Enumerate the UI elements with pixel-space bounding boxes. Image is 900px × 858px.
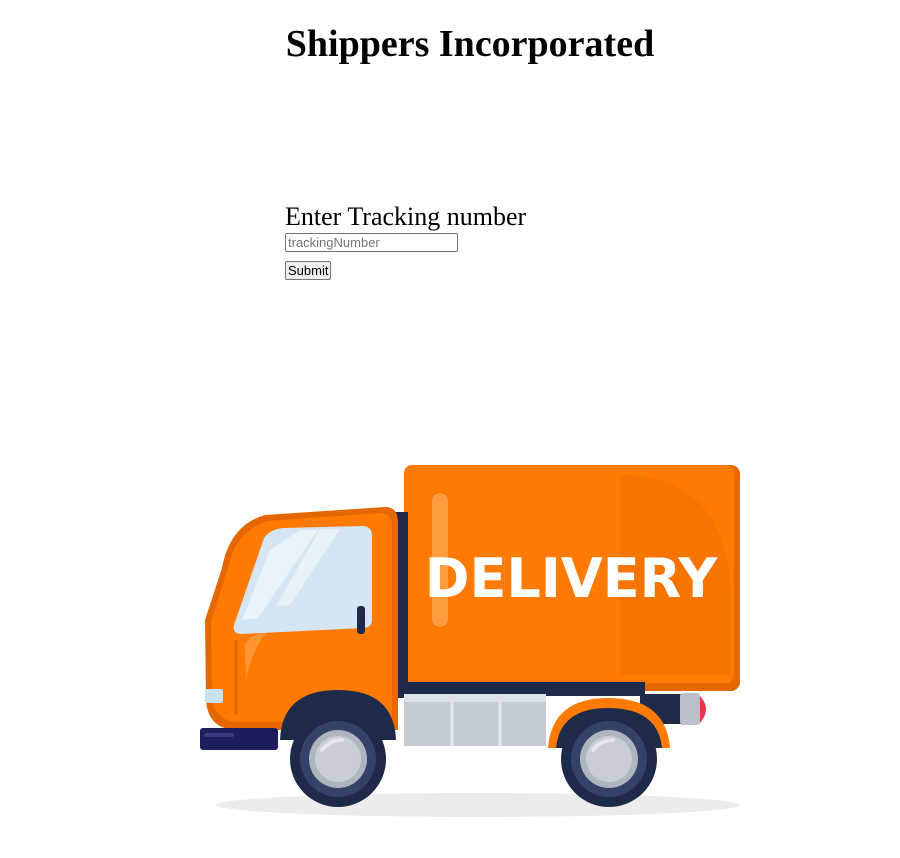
side-panel (404, 694, 546, 746)
delivery-truck-illustration: DELIVERY (200, 465, 740, 817)
cargo-box: DELIVERY (404, 465, 740, 691)
delivery-label: DELIVERY (425, 547, 719, 610)
ground-shadow (216, 793, 740, 817)
tracking-number-input[interactable] (285, 233, 458, 252)
door-handle (357, 606, 365, 634)
page: Shippers Incorporated Enter Tracking num… (0, 0, 900, 858)
front-wheel (290, 711, 386, 807)
tracking-form: Enter Tracking number Submit (285, 203, 526, 280)
page-title: Shippers Incorporated (285, 23, 655, 65)
tracking-label: Enter Tracking number (285, 202, 527, 231)
submit-button[interactable]: Submit (285, 261, 332, 280)
headlight (205, 689, 223, 703)
rear-wheel (561, 711, 657, 807)
front-bumper (200, 728, 278, 750)
